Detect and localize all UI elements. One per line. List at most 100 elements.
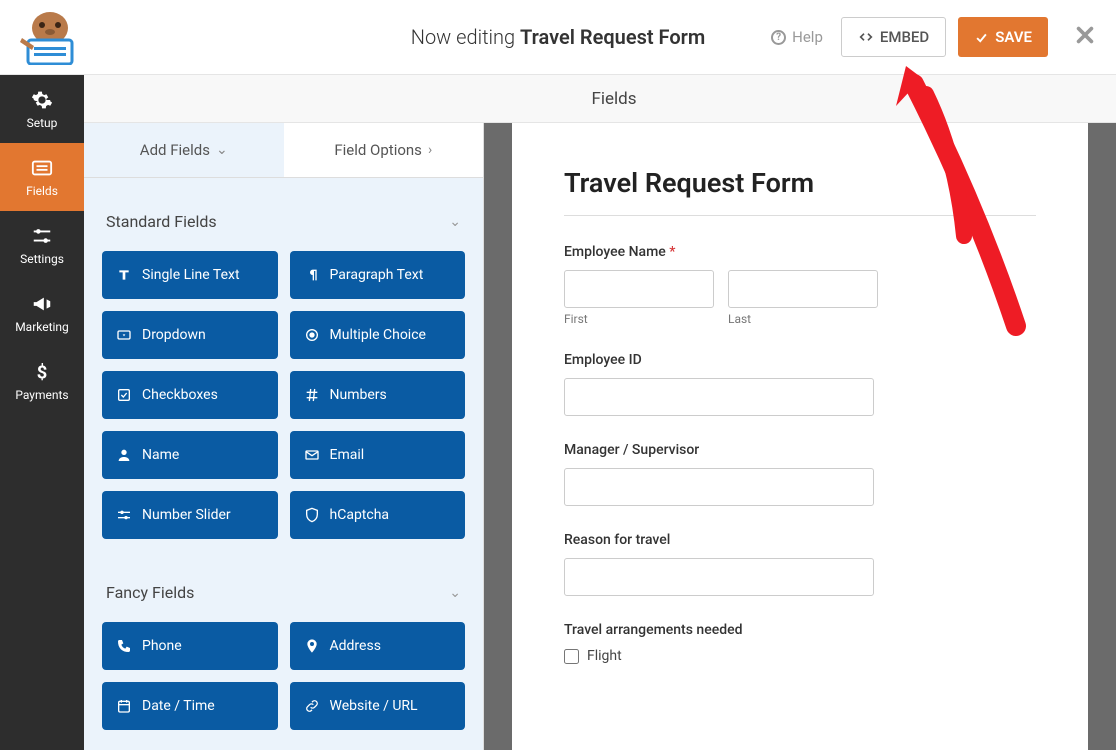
- input-employee-id[interactable]: [564, 378, 874, 416]
- calendar-icon: [116, 698, 132, 714]
- nav-settings[interactable]: Settings: [0, 211, 84, 279]
- section-standard-fields[interactable]: Standard Fields ⌄: [102, 196, 465, 251]
- text-icon: [116, 267, 132, 283]
- svg-text:$: $: [37, 362, 48, 383]
- chevron-down-icon: ⌄: [449, 585, 461, 601]
- section-fancy-label: Fancy Fields: [106, 583, 194, 602]
- label-employee-name: Employee Name *: [564, 244, 1036, 260]
- form-name: Travel Request Form: [520, 25, 705, 49]
- nav-marketing-label: Marketing: [15, 320, 69, 334]
- nav-payments-label: Payments: [15, 388, 68, 402]
- chevron-down-icon: ⌄: [216, 142, 228, 158]
- fancy-fields-grid: Phone Address Date / Time Website / URL: [102, 622, 465, 730]
- input-first-name[interactable]: [564, 270, 714, 308]
- field-hcaptcha[interactable]: hCaptcha: [290, 491, 466, 539]
- fields-panel: Add Fields ⌄ Field Options › Standard Fi…: [84, 75, 484, 750]
- hash-icon: [304, 387, 320, 403]
- section-fancy-fields[interactable]: Fancy Fields ⌄: [102, 567, 465, 622]
- tab-add-label: Add Fields: [140, 141, 210, 159]
- field-manager[interactable]: Manager / Supervisor: [564, 442, 1036, 506]
- help-label: Help: [792, 28, 823, 46]
- field-number-slider[interactable]: Number Slider: [102, 491, 278, 539]
- field-email[interactable]: Email: [290, 431, 466, 479]
- bullhorn-icon: [31, 293, 53, 315]
- help-link[interactable]: ? Help: [771, 28, 829, 46]
- dropdown-icon: [116, 327, 132, 343]
- field-name[interactable]: Name: [102, 431, 278, 479]
- phone-icon: [116, 638, 132, 654]
- side-nav: Setup Fields Settings Marketing $ Paymen…: [0, 75, 84, 750]
- editing-prefix: Now editing: [411, 25, 520, 49]
- pin-icon: [304, 638, 320, 654]
- label-reason: Reason for travel: [564, 532, 1036, 548]
- nav-payments[interactable]: $ Payments: [0, 347, 84, 415]
- embed-button[interactable]: EMBED: [841, 17, 946, 57]
- section-standard-label: Standard Fields: [106, 212, 217, 231]
- required-marker: *: [666, 244, 676, 260]
- sublabel-last: Last: [728, 312, 878, 326]
- close-button[interactable]: [1074, 24, 1096, 50]
- checkbox-flight[interactable]: [564, 649, 579, 664]
- nav-fields-label: Fields: [26, 184, 58, 198]
- input-last-name[interactable]: [728, 270, 878, 308]
- link-icon: [304, 698, 320, 714]
- app-logo: [20, 10, 80, 65]
- sublabel-first: First: [564, 312, 714, 326]
- nav-setup-label: Setup: [27, 116, 58, 130]
- nav-marketing[interactable]: Marketing: [0, 279, 84, 347]
- dollar-icon: $: [31, 361, 53, 383]
- email-icon: [304, 447, 320, 463]
- save-button[interactable]: SAVE: [958, 17, 1048, 57]
- field-website[interactable]: Website / URL: [290, 682, 466, 730]
- standard-fields-grid: Single Line Text Paragraph Text Dropdown…: [102, 251, 465, 539]
- code-icon: [858, 29, 874, 45]
- field-checkboxes[interactable]: Checkboxes: [102, 371, 278, 419]
- field-employee-name[interactable]: Employee Name * First Last: [564, 244, 1036, 326]
- list-icon: [31, 157, 53, 179]
- radio-icon: [304, 327, 320, 343]
- field-phone[interactable]: Phone: [102, 622, 278, 670]
- top-bar: Now editing Travel Request Form ? Help E…: [0, 0, 1116, 75]
- chevron-down-icon: ⌄: [449, 214, 461, 230]
- form-title: Travel Request Form: [564, 167, 1036, 199]
- field-address[interactable]: Address: [290, 622, 466, 670]
- help-icon: ?: [771, 30, 786, 45]
- field-single-line-text[interactable]: Single Line Text: [102, 251, 278, 299]
- nav-setup[interactable]: Setup: [0, 75, 84, 143]
- paragraph-icon: [304, 267, 320, 283]
- slider-icon: [116, 507, 132, 523]
- subheader: Fields: [84, 75, 1116, 123]
- sliders-icon: [31, 225, 53, 247]
- chevron-right-icon: ›: [428, 142, 432, 158]
- shield-icon: [304, 507, 320, 523]
- field-reason[interactable]: Reason for travel: [564, 532, 1036, 596]
- tab-field-options[interactable]: Field Options ›: [284, 123, 484, 177]
- field-employee-id[interactable]: Employee ID: [564, 352, 1036, 416]
- nav-settings-label: Settings: [20, 252, 64, 266]
- panel-tabs: Add Fields ⌄ Field Options ›: [84, 123, 483, 178]
- checkbox-icon: [116, 387, 132, 403]
- field-multiple-choice[interactable]: Multiple Choice: [290, 311, 466, 359]
- field-datetime[interactable]: Date / Time: [102, 682, 278, 730]
- field-dropdown[interactable]: Dropdown: [102, 311, 278, 359]
- field-numbers[interactable]: Numbers: [290, 371, 466, 419]
- form-preview: Travel Request Form Employee Name * Firs…: [484, 75, 1116, 750]
- close-icon: [1074, 24, 1096, 46]
- embed-label: EMBED: [880, 28, 929, 46]
- editing-title: Now editing Travel Request Form: [411, 25, 705, 49]
- form-card: Travel Request Form Employee Name * Firs…: [512, 123, 1088, 750]
- gear-icon: [31, 89, 53, 111]
- field-arrangements[interactable]: Travel arrangements needed Flight: [564, 622, 1036, 664]
- subheader-label: Fields: [591, 89, 636, 109]
- divider: [564, 215, 1036, 216]
- input-manager[interactable]: [564, 468, 874, 506]
- nav-fields[interactable]: Fields: [0, 143, 84, 211]
- field-paragraph-text[interactable]: Paragraph Text: [290, 251, 466, 299]
- tab-add-fields[interactable]: Add Fields ⌄: [84, 123, 284, 177]
- save-label: SAVE: [995, 28, 1032, 46]
- label-manager: Manager / Supervisor: [564, 442, 1036, 458]
- label-arrangements: Travel arrangements needed: [564, 622, 1036, 638]
- label-employee-id: Employee ID: [564, 352, 1036, 368]
- user-icon: [116, 447, 132, 463]
- input-reason[interactable]: [564, 558, 874, 596]
